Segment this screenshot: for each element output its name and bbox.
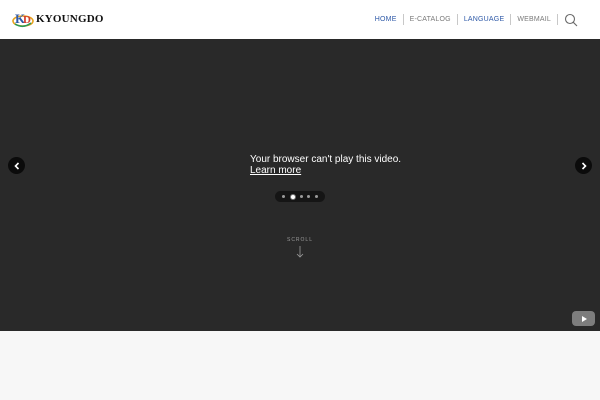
youtube-play-icon xyxy=(581,315,587,322)
scroll-label: SCROLL xyxy=(286,237,313,243)
hero-video[interactable]: Your browser can't play this video. Lear… xyxy=(0,39,600,331)
arrow-down-icon xyxy=(296,246,304,258)
main-nav: HOME E-CATALOG LANGUAGE WEBMAIL xyxy=(369,0,600,39)
logo-mark-icon: K D xyxy=(12,9,34,29)
youtube-play-button[interactable] xyxy=(572,311,595,326)
nav-item-webmail[interactable]: WEBMAIL xyxy=(511,16,557,23)
slide-dot-active[interactable] xyxy=(289,193,296,200)
learn-more-link[interactable]: Learn more xyxy=(250,165,401,176)
slide-dot[interactable] xyxy=(307,195,311,198)
svg-text:D: D xyxy=(23,14,31,26)
search-icon[interactable] xyxy=(564,13,578,27)
brand-name: KYOUNGDO xyxy=(36,13,104,25)
slide-dot[interactable] xyxy=(299,195,303,198)
slide-dot[interactable] xyxy=(314,195,318,198)
next-slide-button[interactable] xyxy=(575,157,592,174)
nav-item-language[interactable]: LANGUAGE xyxy=(458,16,511,23)
content-area xyxy=(0,331,600,400)
slide-pagination xyxy=(275,191,325,202)
video-error-message: Your browser can't play this video. Lear… xyxy=(250,154,401,176)
brand-logo[interactable]: K D KYOUNGDO xyxy=(12,9,104,29)
prev-slide-button[interactable] xyxy=(8,157,25,174)
video-error-text: Your browser can't play this video. xyxy=(250,154,402,165)
nav-item-home[interactable]: HOME xyxy=(369,16,403,23)
scroll-indicator[interactable]: SCROLL xyxy=(280,237,320,258)
site-header: K D KYOUNGDO HOME E-CATALOG LANGUAGE WEB… xyxy=(0,0,600,39)
chevron-left-icon xyxy=(13,161,19,170)
nav-item-e-catalog[interactable]: E-CATALOG xyxy=(404,16,457,23)
slide-dot[interactable] xyxy=(282,195,286,198)
nav-divider xyxy=(557,14,558,25)
chevron-right-icon xyxy=(581,161,587,170)
